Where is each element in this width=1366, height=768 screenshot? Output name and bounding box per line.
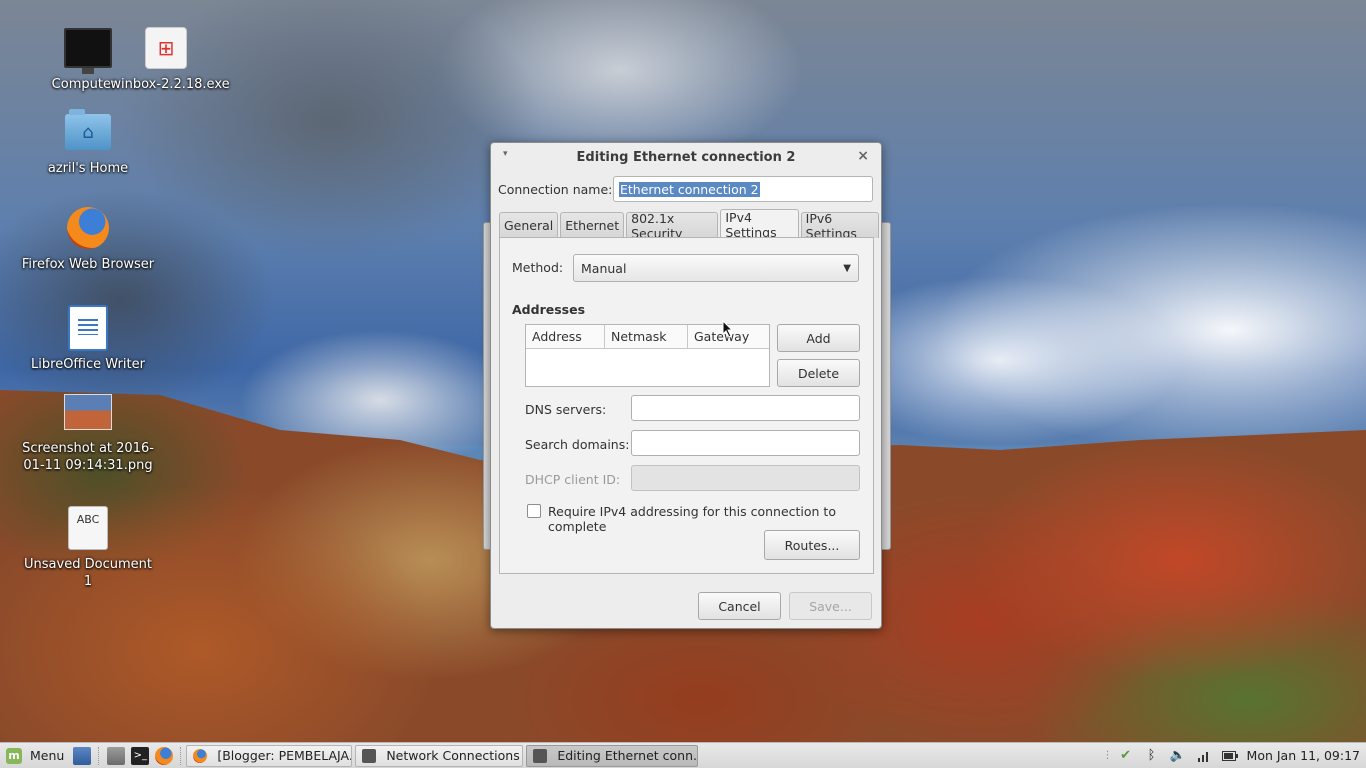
- libreoffice-writer-icon: [64, 304, 112, 352]
- image-file-icon: [64, 388, 112, 436]
- task-label: [Blogger: PEMBELAJA...: [217, 748, 353, 763]
- mouse-pointer-icon: [722, 320, 734, 338]
- dropdown-arrow-icon: ▼: [843, 262, 851, 274]
- tray-separator: ⋮: [1102, 750, 1113, 761]
- windows-exe-icon: ⊞: [142, 24, 190, 72]
- tab-ethernet[interactable]: Ethernet: [560, 212, 625, 238]
- taskbar: m Menu >_ [Blogger: PEMBELAJA... Network…: [0, 742, 1366, 768]
- task-editing-ethernet[interactable]: Editing Ethernet conn...: [526, 744, 699, 767]
- task-network-connections[interactable]: Network Connections: [355, 744, 524, 767]
- dns-servers-label: DNS servers:: [525, 402, 607, 417]
- show-desktop-icon[interactable]: [73, 746, 92, 765]
- dhcp-client-id-input: [631, 465, 860, 491]
- connection-name-label: Connection name:: [498, 181, 613, 197]
- desktop-icon-label: Unsaved Document 1: [24, 557, 152, 589]
- text-document-icon: ABC: [64, 504, 112, 552]
- menu-label: Menu: [30, 748, 65, 763]
- desktop-icon-writer[interactable]: LibreOffice Writer: [18, 304, 158, 373]
- tab-ipv6-settings[interactable]: IPv6 Settings: [800, 211, 879, 241]
- settings-tabs: General Ethernet 802.1x Security IPv4 Se…: [499, 209, 881, 241]
- desktop-icon-unsaved-document[interactable]: ABC Unsaved Document 1: [18, 504, 158, 590]
- add-button[interactable]: Add: [777, 324, 860, 352]
- desktop-icon-label: Firefox Web Browser: [21, 257, 155, 272]
- update-manager-icon[interactable]: ✔: [1118, 748, 1134, 764]
- connection-name-value: Ethernet connection 2: [619, 181, 760, 197]
- connection-name-row: Connection name: Ethernet connection 2: [498, 176, 874, 202]
- terminal-icon[interactable]: >_: [131, 746, 150, 765]
- connection-name-input[interactable]: Ethernet connection 2: [613, 176, 873, 202]
- desktop-icon-label: azril's Home: [47, 161, 129, 176]
- start-menu-button[interactable]: m Menu: [0, 743, 70, 768]
- task-label: Network Connections: [386, 748, 520, 763]
- column-address[interactable]: Address: [526, 325, 605, 348]
- desktop-icon-screenshot[interactable]: Screenshot at 2016- 01-11 09:14:31.png: [18, 388, 158, 474]
- ipv4-settings-panel: Method: Manual ▼ Addresses Address Netma…: [499, 237, 874, 574]
- method-dropdown[interactable]: Manual ▼: [573, 254, 859, 282]
- taskbar-separator: [180, 746, 182, 765]
- task-blogger[interactable]: [Blogger: PEMBELAJA...: [186, 744, 353, 767]
- firefox-icon: [64, 204, 112, 252]
- desktop-icon-label-line2: 01-11 09:14:31.png: [23, 458, 153, 473]
- desktop-icon-label: winbox-2.2.18.exe: [110, 77, 230, 92]
- file-manager-icon[interactable]: [107, 746, 126, 765]
- tab-ipv4-settings[interactable]: IPv4 Settings: [720, 209, 799, 240]
- task-label: Editing Ethernet conn...: [557, 748, 699, 763]
- network-app-icon: [362, 748, 377, 763]
- firefox-launcher-icon[interactable]: [155, 746, 174, 765]
- bluetooth-icon[interactable]: ᛒ: [1144, 748, 1160, 764]
- addresses-heading: Addresses: [512, 302, 586, 317]
- cancel-button[interactable]: Cancel: [698, 592, 781, 620]
- method-value: Manual: [581, 260, 627, 276]
- network-signal-icon[interactable]: [1196, 748, 1212, 764]
- taskbar-separator: [98, 746, 100, 765]
- home-folder-icon: ⌂: [64, 108, 112, 156]
- dialog-titlebar[interactable]: ▾ Editing Ethernet connection 2 ×: [491, 143, 881, 171]
- routes-button[interactable]: Routes...: [764, 530, 860, 560]
- search-domains-label: Search domains:: [525, 437, 630, 452]
- method-label: Method:: [512, 260, 564, 275]
- window-menu-icon[interactable]: ▾: [503, 149, 508, 159]
- desktop-icon-home[interactable]: ⌂ azril's Home: [18, 108, 158, 177]
- volume-icon[interactable]: 🔈: [1169, 748, 1185, 764]
- require-ipv4-checkbox[interactable]: [527, 504, 541, 518]
- network-app-icon: [533, 748, 548, 763]
- firefox-icon: [193, 748, 208, 763]
- dialog-title: Editing Ethernet connection 2: [576, 149, 796, 165]
- search-domains-input[interactable]: [631, 430, 860, 456]
- clock[interactable]: Mon Jan 11, 09:17: [1247, 748, 1360, 763]
- desktop-icon-label: LibreOffice Writer: [31, 357, 145, 372]
- column-netmask[interactable]: Netmask: [605, 325, 688, 348]
- save-button: Save...: [789, 592, 872, 620]
- close-icon[interactable]: ×: [857, 148, 869, 164]
- edit-connection-dialog: ▾ Editing Ethernet connection 2 × Connec…: [490, 142, 882, 629]
- desktop-icon-winbox[interactable]: ⊞ winbox-2.2.18.exe: [96, 24, 236, 93]
- desktop-icon-firefox[interactable]: Firefox Web Browser: [18, 204, 158, 273]
- delete-button[interactable]: Delete: [777, 359, 860, 387]
- tab-general[interactable]: General: [499, 212, 559, 238]
- linux-mint-logo-icon: m: [6, 747, 22, 764]
- tab-8021x-security[interactable]: 802.1x Security: [626, 211, 719, 241]
- dns-servers-input[interactable]: [631, 395, 860, 421]
- dhcp-client-id-label: DHCP client ID:: [525, 472, 621, 487]
- battery-icon[interactable]: [1221, 748, 1238, 764]
- desktop-icon-label-line1: Screenshot at 2016-: [22, 441, 154, 456]
- system-tray: ⋮ ✔ ᛒ 🔈 Mon Jan 11, 09:17: [1103, 743, 1366, 768]
